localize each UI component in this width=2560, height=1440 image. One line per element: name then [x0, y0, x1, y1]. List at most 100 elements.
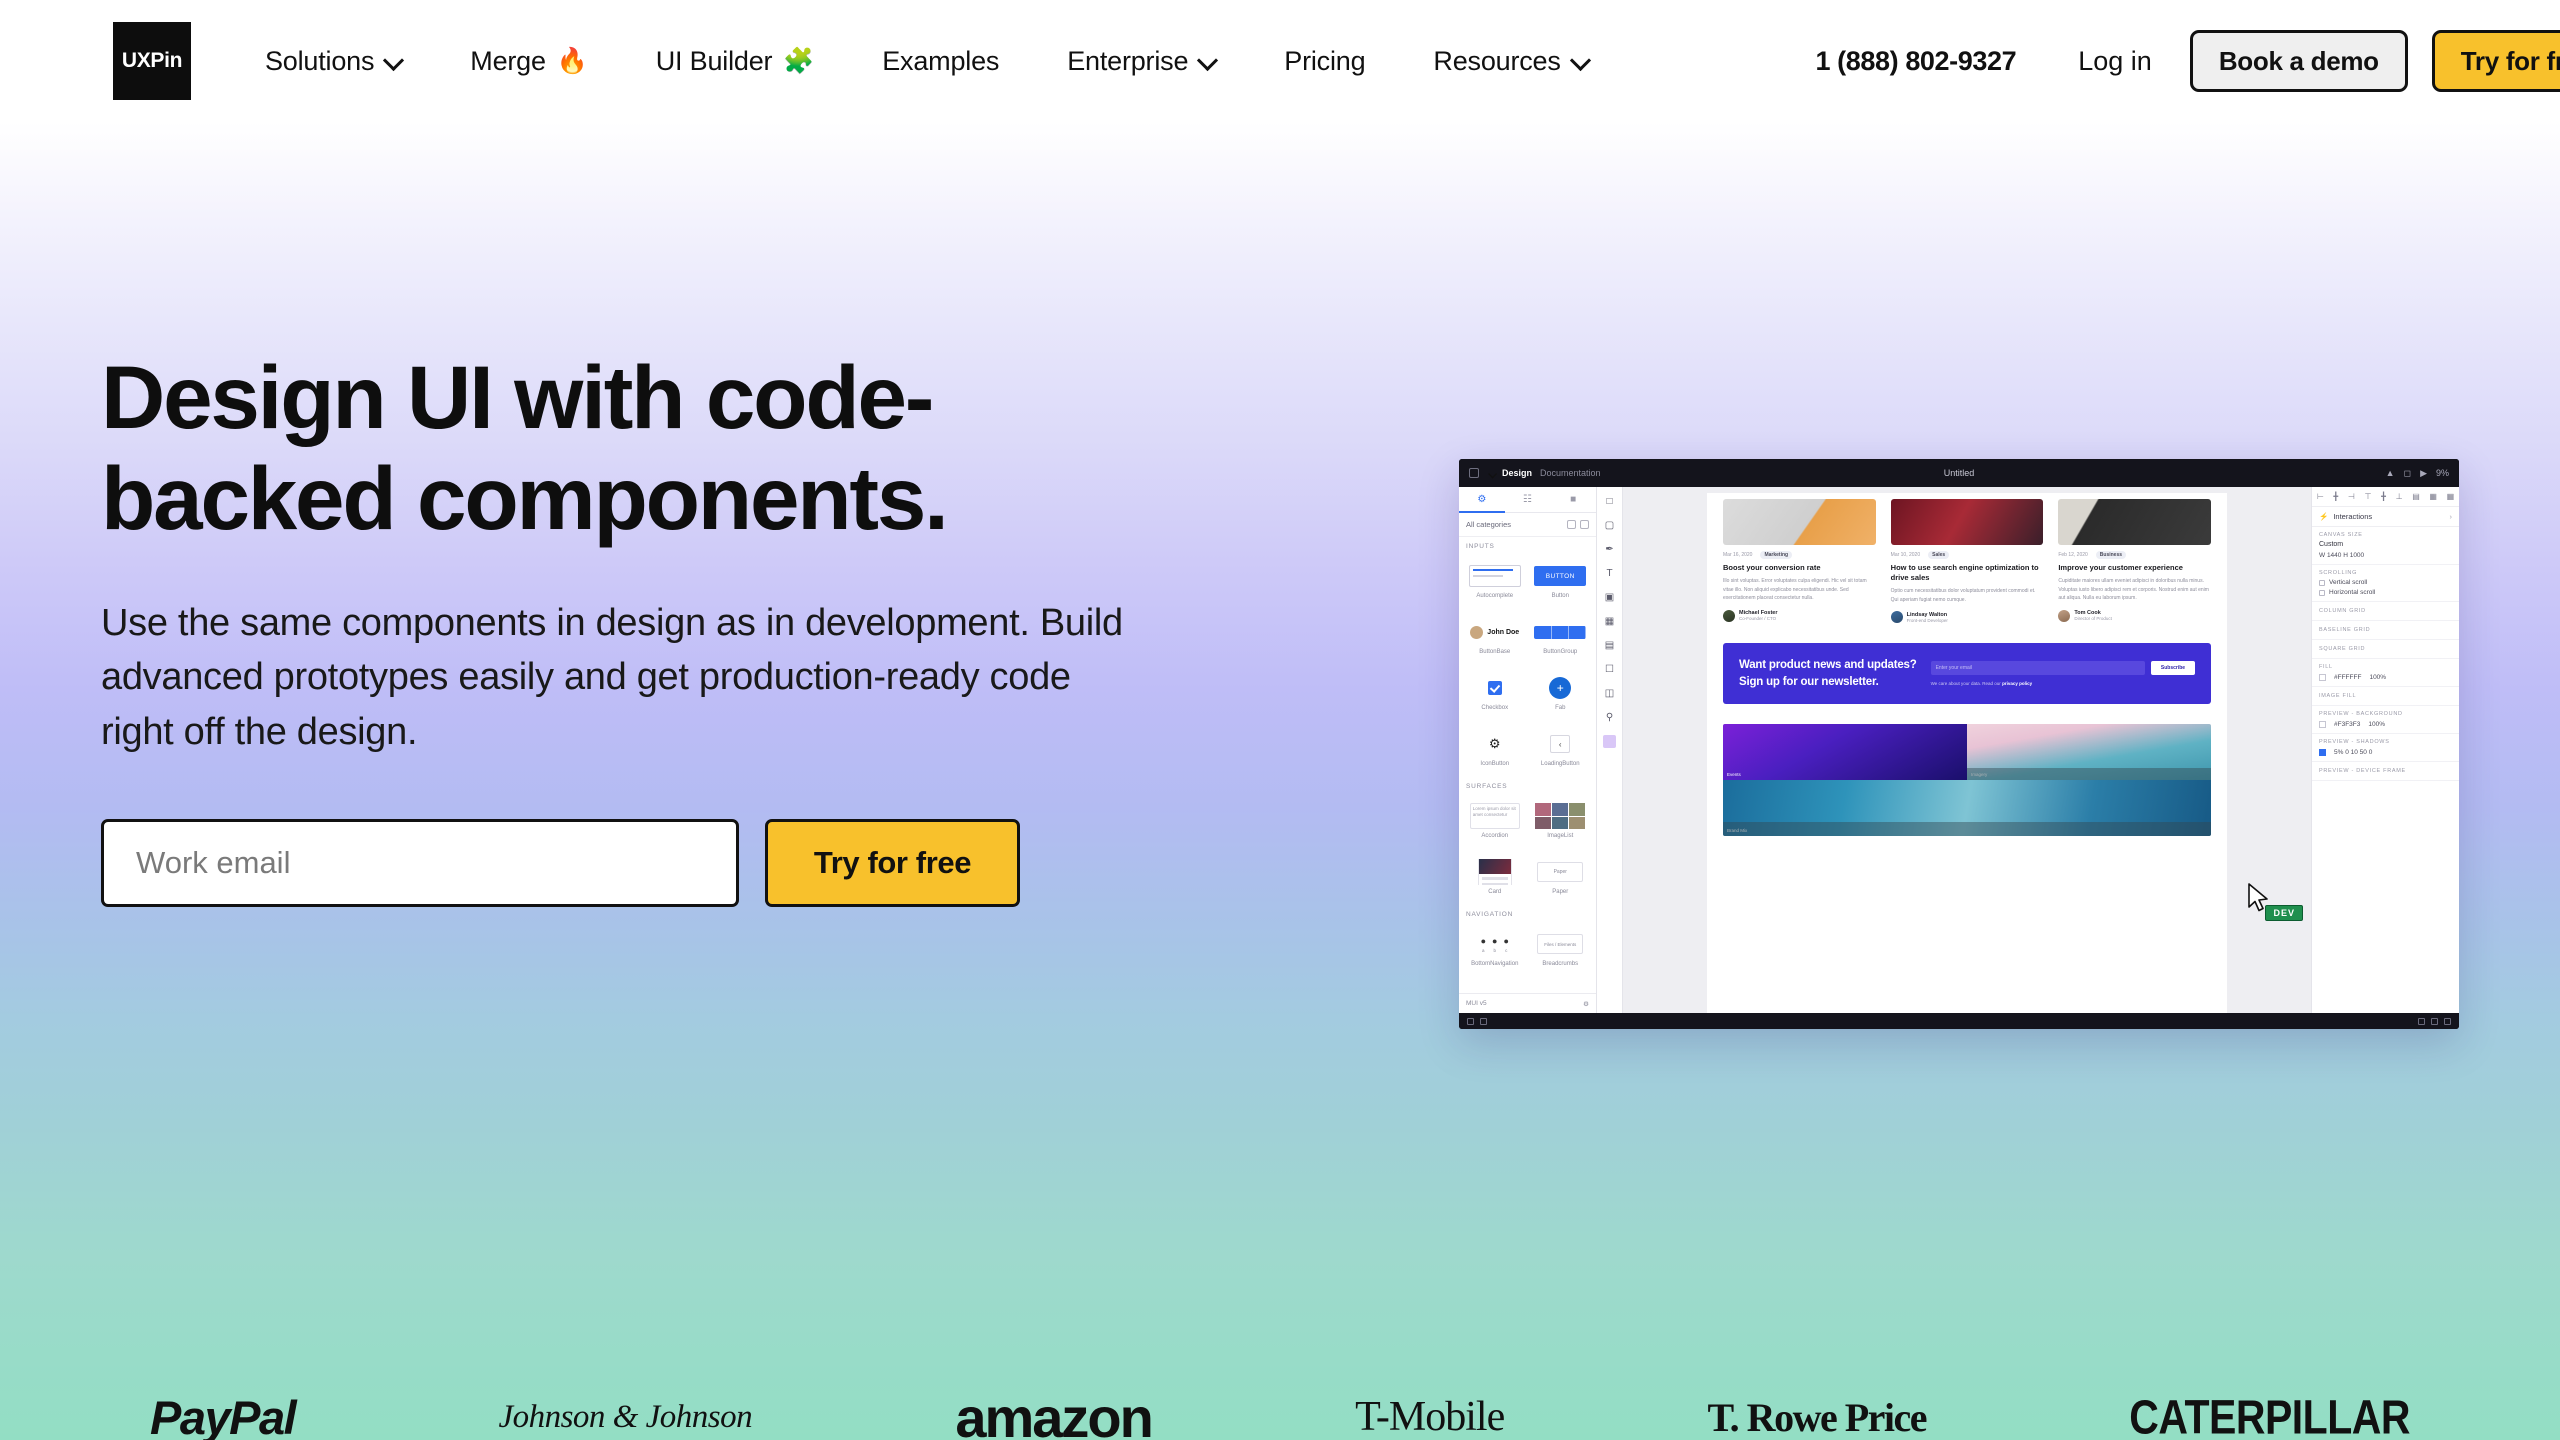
nav-item-merge[interactable]: Merge 🔥	[470, 46, 588, 77]
library-item[interactable]: ButtonGroup	[1528, 609, 1594, 665]
article-card[interactable]: Mar 16, 2020 Marketing Boost your conver…	[1723, 499, 1876, 623]
library-item[interactable]: ‹ LoadingButton	[1528, 721, 1594, 777]
pen-tool-icon[interactable]: ✒	[1603, 543, 1616, 556]
settings-icon[interactable]: ⚙	[1583, 1000, 1589, 1008]
align-bottom-icon[interactable]: ⊥	[2396, 492, 2403, 501]
newsletter-email-input[interactable]: Enter your email	[1930, 661, 2145, 676]
pages-icon[interactable]	[1467, 1017, 1474, 1025]
color-swatch-icon[interactable]	[2319, 721, 2326, 728]
library-item[interactable]: ● a ● b ● c BottomNavigation	[1462, 921, 1528, 977]
fit-screen-icon[interactable]	[2444, 1017, 2451, 1025]
login-link[interactable]: Log in	[2078, 46, 2152, 77]
symbol-tool-icon[interactable]: ◫	[1603, 687, 1616, 700]
library-item[interactable]: + Fab	[1528, 665, 1594, 721]
property-square-grid[interactable]: SQUARE GRID	[2312, 640, 2459, 659]
list-view-icon[interactable]	[1580, 520, 1589, 529]
layers-toggle-icon[interactable]	[1480, 1017, 1487, 1025]
library-search-row[interactable]: All categories	[1459, 513, 1596, 537]
property-baseline-grid[interactable]: BASELINE GRID	[2312, 621, 2459, 640]
align-right-icon[interactable]: ⊣	[2348, 492, 2355, 501]
nav-item-pricing[interactable]: Pricing	[1284, 46, 1365, 77]
newsletter-subscribe-button[interactable]: Subscribe	[2151, 661, 2195, 676]
color-tool-icon[interactable]	[1603, 735, 1616, 748]
library-item[interactable]: ImageList	[1528, 793, 1594, 849]
image-tool-icon[interactable]: ▣	[1603, 591, 1616, 604]
library-item[interactable]: BUTTON Button	[1528, 553, 1594, 609]
share-icon[interactable]: ▲	[2386, 468, 2395, 478]
color-swatch-icon[interactable]	[2319, 674, 2326, 681]
library-item[interactable]: Paper Paper	[1528, 849, 1594, 905]
nav-item-solutions[interactable]: Solutions	[265, 46, 402, 77]
article-card[interactable]: Mar 10, 2020 Sales How to use search eng…	[1890, 499, 2044, 624]
distribute-h-icon[interactable]: ▤	[2412, 492, 2420, 501]
design-canvas[interactable]: Mar 16, 2020 Marketing Boost your conver…	[1623, 487, 2311, 1013]
grid-tool-icon[interactable]: ▦	[1603, 615, 1616, 628]
hero-subtitle: Use the same components in design as in …	[101, 602, 1123, 753]
chevron-down-icon[interactable]	[1489, 470, 1492, 473]
zoom-in-icon[interactable]	[2431, 1017, 2438, 1025]
gallery-tile[interactable]: Brand Mix	[1723, 779, 2211, 836]
preview-background-row[interactable]: #F3F3F3 100%	[2319, 721, 2452, 728]
artboard-tool-icon[interactable]: □	[1603, 495, 1616, 508]
library-tab-components[interactable]: ⚙	[1459, 487, 1505, 513]
align-middle-icon[interactable]: ╋	[2381, 492, 2386, 501]
library-item[interactable]: Checkbox	[1462, 665, 1528, 721]
work-email-input[interactable]	[101, 819, 739, 908]
property-image-fill[interactable]: IMAGE FILL	[2312, 687, 2459, 706]
align-left-icon[interactable]: ⊢	[2317, 492, 2324, 501]
nav-item-enterprise[interactable]: Enterprise	[1067, 46, 1216, 77]
align-center-icon[interactable]: ╋	[2333, 492, 2338, 501]
preview-icon[interactable]: ◻	[2404, 468, 2411, 479]
article-card[interactable]: Feb 12, 2020 Business Improve your custo…	[2058, 499, 2211, 623]
article-title: How to use search engine optimization to…	[1890, 563, 2039, 583]
menu-icon[interactable]	[1469, 468, 1479, 478]
library-item[interactable]: John Doe ButtonBase	[1462, 609, 1528, 665]
phone-number[interactable]: 1 (888) 802-9327	[1815, 46, 2016, 77]
tab-design[interactable]: Design	[1502, 468, 1532, 478]
newsletter-note-text: We care about your data. Read our	[1930, 681, 2003, 687]
state-tool-icon[interactable]: ☐	[1603, 663, 1616, 676]
dev-badge[interactable]: DEV	[2265, 905, 2303, 921]
preview-shadows-row[interactable]: 5% 0 10 50 0	[2319, 749, 2452, 756]
privacy-policy-link[interactable]: privacy policy	[2002, 681, 2032, 686]
library-item[interactable]: Files / Elements Breadcrumbs	[1528, 921, 1594, 977]
more-icon[interactable]: ▦	[2447, 492, 2455, 501]
library-tab-assets[interactable]: ■	[1550, 487, 1596, 513]
library-item[interactable]: Card	[1462, 849, 1528, 905]
text-tool-icon[interactable]: T	[1603, 567, 1616, 580]
tab-documentation[interactable]: Documentation	[1540, 468, 1601, 478]
library-tab-layers[interactable]: ☷	[1505, 487, 1551, 513]
zoom-tool-icon[interactable]: ⚲	[1603, 711, 1616, 724]
chevron-down-icon[interactable]: ›	[2450, 512, 2453, 521]
zoom-level[interactable]: 9%	[2436, 468, 2449, 478]
search-icon[interactable]	[1567, 520, 1576, 529]
table-tool-icon[interactable]: ▤	[1603, 639, 1616, 652]
rectangle-tool-icon[interactable]: ▢	[1603, 519, 1616, 532]
color-swatch-icon[interactable]	[2319, 749, 2326, 756]
property-preview-device-frame[interactable]: PREVIEW - DEVICE FRAME	[2312, 762, 2459, 781]
property-column-grid[interactable]: COLUMN GRID	[2312, 602, 2459, 621]
nav-item-ui-builder[interactable]: UI Builder 🧩	[656, 46, 815, 77]
vertical-scroll-checkbox[interactable]: Vertical scroll	[2319, 579, 2452, 586]
library-item[interactable]: Lorem ipsum dolor sit amet consectetur A…	[1462, 793, 1528, 849]
newsletter-input-row: Enter your email Subscribe	[1930, 661, 2195, 676]
nav-item-resources[interactable]: Resources	[1433, 46, 1588, 77]
distribute-v-icon[interactable]: ▦	[2429, 492, 2437, 501]
uxpin-logo[interactable]: UXPin	[113, 22, 191, 100]
library-item[interactable]: ⚙ IconButton	[1462, 721, 1528, 777]
play-icon[interactable]: ▶	[2420, 468, 2427, 479]
property-value[interactable]: Custom	[2319, 541, 2452, 548]
align-top-icon[interactable]: ⊤	[2365, 492, 2372, 501]
zoom-out-icon[interactable]	[2418, 1017, 2425, 1025]
gallery-tile[interactable]: Events	[1723, 723, 1967, 780]
library-version[interactable]: MUI v5	[1466, 1000, 1487, 1007]
library-item[interactable]: Autocomplete	[1462, 553, 1528, 609]
canvas-dimensions[interactable]: W 1440 H 1000	[2319, 552, 2452, 559]
fill-row[interactable]: #FFFFFF 100%	[2319, 674, 2452, 681]
horizontal-scroll-checkbox[interactable]: Horizontal scroll	[2319, 589, 2452, 596]
gallery-tile[interactable]: Imagery	[1967, 723, 2211, 780]
nav-item-examples[interactable]: Examples	[882, 46, 999, 77]
try-for-free-button[interactable]: Try for free	[765, 819, 1020, 908]
book-a-demo-button[interactable]: Book a demo	[2189, 30, 2408, 92]
try-for-free-nav-button[interactable]: Try for free	[2431, 30, 2560, 92]
